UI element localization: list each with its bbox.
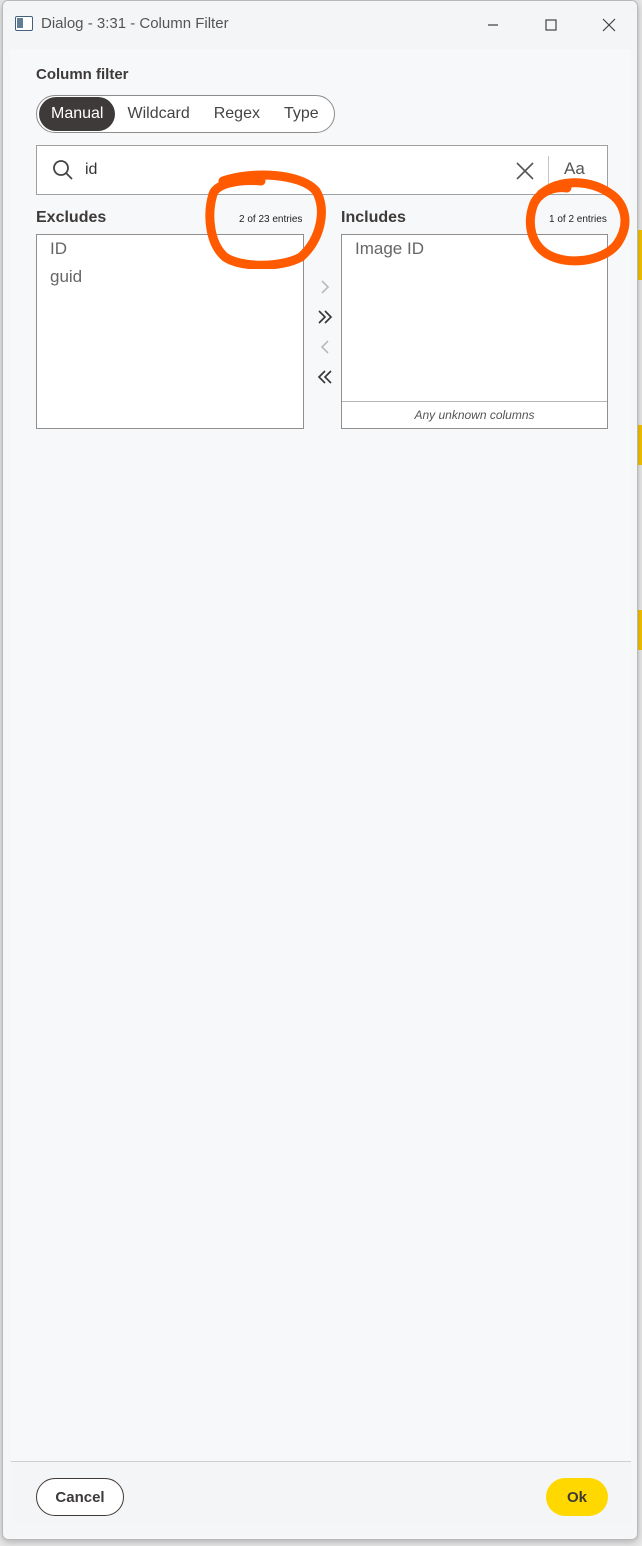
move-all-right-icon [318,310,333,324]
clear-icon[interactable] [515,161,535,181]
window-title: Dialog - 3:31 - Column Filter [41,15,229,32]
excludes-list[interactable]: ID guid [36,234,304,429]
move-right-button[interactable] [313,275,337,299]
move-left-icon [320,340,329,354]
minimize-button[interactable] [473,9,513,41]
ok-button[interactable]: Ok [546,1478,608,1516]
background-window [638,230,642,280]
close-icon [602,18,616,32]
mode-type[interactable]: Type [272,97,331,131]
search-input[interactable]: id [85,161,97,179]
maximize-button[interactable] [531,9,571,41]
move-all-right-button[interactable] [313,305,337,329]
excludes-count: 2 of 23 entries [239,214,303,225]
list-item[interactable]: ID [37,235,303,263]
search-icon [53,160,73,180]
app-icon [15,16,33,31]
dialog-footer: Cancel Ok [11,1461,631,1523]
search-divider [548,156,549,186]
column-filter-label: Column filter [36,66,129,83]
filter-mode-selector: Manual Wildcard Regex Type [36,95,335,133]
mode-regex[interactable]: Regex [202,97,272,131]
list-item[interactable]: Image ID [342,235,607,263]
mode-wildcard[interactable]: Wildcard [115,97,201,131]
cancel-button[interactable]: Cancel [36,1478,124,1516]
title-bar: Dialog - 3:31 - Column Filter [3,1,637,49]
case-sensitive-toggle[interactable]: Aa [564,159,585,179]
includes-list[interactable]: Image ID Any unknown columns [341,234,608,429]
dialog-content: Column filter Manual Wildcard Regex Type… [11,49,631,1461]
close-button[interactable] [589,9,629,41]
move-right-icon [321,280,330,294]
background-window [638,610,642,650]
unknown-columns-placeholder[interactable]: Any unknown columns [342,401,607,428]
includes-count: 1 of 2 entries [549,214,607,225]
background-window [638,425,642,465]
maximize-icon [545,19,557,31]
mode-manual[interactable]: Manual [39,97,116,131]
search-field[interactable]: id Aa [36,145,608,195]
excludes-label: Excludes [36,209,107,226]
list-item[interactable]: guid [37,263,303,291]
includes-label: Includes [341,209,406,226]
column-filter-dialog: Dialog - 3:31 - Column Filter Column fil… [2,0,638,1540]
minimize-icon [488,24,498,26]
move-left-button[interactable] [313,335,337,359]
move-all-left-icon [317,370,332,384]
move-all-left-button[interactable] [313,365,337,389]
